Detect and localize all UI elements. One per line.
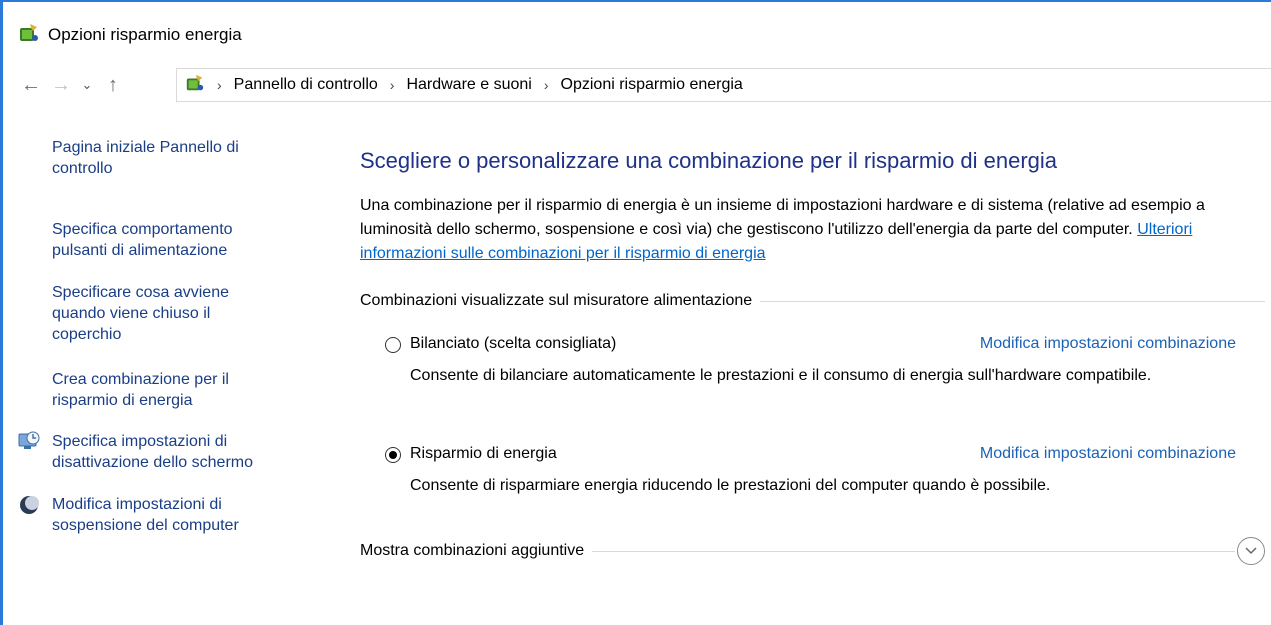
plan-description: Consente di bilanciare automaticamente l… <box>410 367 1152 384</box>
radio-selected-dot <box>389 451 397 459</box>
main-content: Scegliere o personalizzare una combinazi… <box>360 148 1271 565</box>
navigation-bar: ← → ⌄ ↑ › Pannello di controllo › Hardwa… <box>16 68 1271 102</box>
sidebar-item-power-buttons[interactable]: Specifica comportamento pulsanti di alim… <box>52 219 282 261</box>
control-panel-icon <box>185 73 205 98</box>
recent-locations-button[interactable]: ⌄ <box>76 77 98 93</box>
show-more-label[interactable]: Mostra combinazioni aggiuntive <box>360 542 584 560</box>
radio-power-saver[interactable] <box>385 447 401 463</box>
sidebar-item-display-off[interactable]: Specifica impostazioni di disattivazione… <box>52 431 302 473</box>
window-border-left <box>0 0 3 625</box>
breadcrumb-control-panel[interactable]: Pannello di controllo <box>234 76 378 94</box>
breadcrumb-hardware-sound[interactable]: Hardware e suoni <box>406 76 531 94</box>
breadcrumb-separator[interactable]: › <box>390 77 395 93</box>
sidebar-item-control-panel-home[interactable]: Pagina iniziale Pannello di controllo <box>52 137 282 179</box>
sidebar-item-lid-close[interactable]: Specificare cosa avviene quando viene ch… <box>52 282 262 345</box>
back-button[interactable]: ← <box>16 74 46 97</box>
edit-plan-link[interactable]: Modifica impostazioni combinazione <box>980 335 1236 353</box>
chevron-down-circle-icon[interactable] <box>1237 537 1265 565</box>
monitor-clock-icon <box>18 431 40 456</box>
radio-balanced[interactable] <box>385 337 401 353</box>
additional-plans-header: Mostra combinazioni aggiuntive <box>360 537 1265 565</box>
plans-group-header: Combinazioni visualizzate sul misuratore… <box>360 292 1265 310</box>
page-description: Una combinazione per il risparmio di ene… <box>360 194 1265 266</box>
plan-name[interactable]: Risparmio di energia <box>410 445 557 463</box>
window-border-top <box>0 0 1271 2</box>
page-title: Scegliere o personalizzare una combinazi… <box>360 148 1058 173</box>
power-options-icon <box>18 22 40 49</box>
sidebar-item-sleep-settings[interactable]: Modifica impostazioni di sospensione del… <box>52 494 302 536</box>
window-title: Opzioni risparmio energia <box>48 25 242 44</box>
breadcrumb-power-options[interactable]: Opzioni risparmio energia <box>561 76 743 94</box>
plan-name[interactable]: Bilanciato (scelta consigliata) <box>410 335 616 353</box>
title-bar: Opzioni risparmio energia <box>18 20 242 50</box>
breadcrumb-separator[interactable]: › <box>217 77 222 93</box>
edit-plan-link[interactable]: Modifica impostazioni combinazione <box>980 445 1236 463</box>
plans-group-label: Combinazioni visualizzate sul misuratore… <box>360 292 753 309</box>
moon-icon <box>18 494 40 521</box>
forward-button[interactable]: → <box>46 74 76 97</box>
address-bar[interactable]: › Pannello di controllo › Hardware e suo… <box>176 68 1271 102</box>
up-button[interactable]: ↑ <box>98 74 128 97</box>
plan-description: Consente di risparmiare energia riducend… <box>410 477 1051 494</box>
sidebar-item-create-plan[interactable]: Crea combinazione per il risparmio di en… <box>52 369 282 411</box>
divider <box>592 550 1235 552</box>
divider <box>760 300 1265 302</box>
breadcrumb-separator[interactable]: › <box>544 77 549 93</box>
description-text: Una combinazione per il risparmio di ene… <box>360 197 1205 238</box>
